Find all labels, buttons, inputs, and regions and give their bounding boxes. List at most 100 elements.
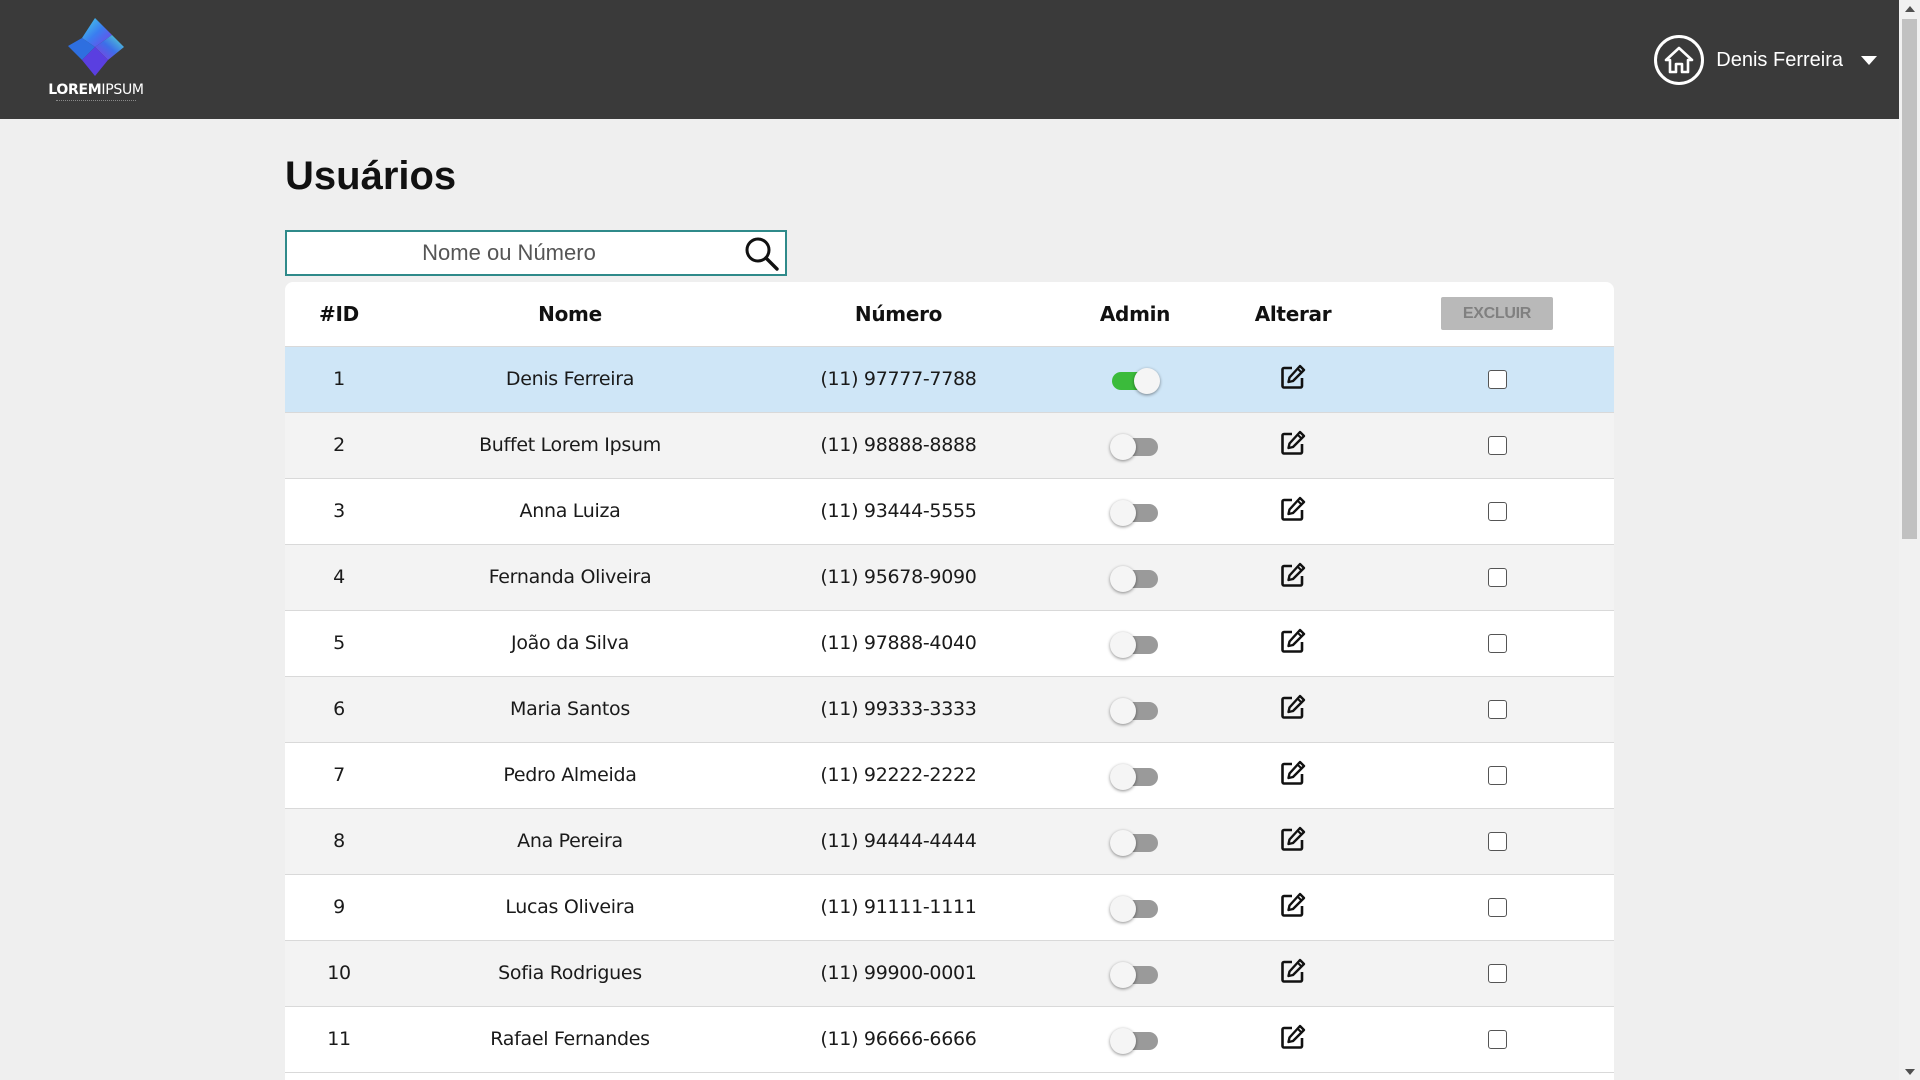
column-header-edit: Alterar xyxy=(1220,282,1366,347)
edit-icon[interactable] xyxy=(1279,693,1307,726)
table-row[interactable]: 3 Anna Luiza (11) 93444-5555 xyxy=(285,478,1614,545)
logo-tagline xyxy=(56,100,136,102)
edit-icon[interactable] xyxy=(1279,759,1307,792)
delete-selected-button[interactable]: EXCLUIR xyxy=(1441,297,1553,331)
cell-admin xyxy=(1050,940,1220,1007)
user-menu[interactable]: Denis Ferreira xyxy=(1654,34,1877,86)
admin-toggle[interactable] xyxy=(1110,433,1158,460)
cell-edit xyxy=(1220,478,1366,545)
admin-toggle[interactable] xyxy=(1110,631,1158,658)
scrollbar-thumb[interactable] xyxy=(1902,19,1917,539)
delete-checkbox[interactable] xyxy=(1487,634,1507,653)
table-row[interactable]: 5 João da Silva (11) 97888-4040 xyxy=(285,610,1614,677)
delete-checkbox[interactable] xyxy=(1487,1030,1507,1049)
cell-name: Buffet Lorem Ipsum xyxy=(393,412,747,479)
edit-icon[interactable] xyxy=(1279,561,1307,594)
logo[interactable]: LOREMIPSUM xyxy=(44,16,148,106)
table-row[interactable]: 7 Pedro Almeida (11) 92222-2222 xyxy=(285,742,1614,809)
edit-icon[interactable] xyxy=(1279,495,1307,528)
cell-id: 5 xyxy=(285,610,393,677)
cell-edit xyxy=(1220,808,1366,875)
admin-toggle[interactable] xyxy=(1110,697,1158,724)
scroll-down-arrow-icon[interactable] xyxy=(1899,1063,1920,1080)
scroll-up-arrow-icon[interactable] xyxy=(1899,0,1920,17)
cell-edit xyxy=(1220,544,1366,611)
cell-admin xyxy=(1050,478,1220,545)
delete-checkbox[interactable] xyxy=(1487,370,1507,389)
cell-name: Lucas Oliveira xyxy=(393,874,747,941)
cell-name: Denis Ferreira xyxy=(393,346,747,413)
cell-delete xyxy=(1366,940,1614,1007)
delete-checkbox[interactable] xyxy=(1487,766,1507,785)
cell-id: 1 xyxy=(285,346,393,413)
table-row[interactable]: 9 Lucas Oliveira (11) 91111-1111 xyxy=(285,874,1614,941)
search-box xyxy=(285,230,787,276)
admin-toggle[interactable] xyxy=(1110,961,1158,988)
home-icon[interactable] xyxy=(1654,35,1705,85)
users-table-card: #ID Nome Número Admin Alterar EXCLUIR 1D… xyxy=(285,282,1614,1080)
table-row[interactable]: 1 Denis Ferreira (11) 97777-7788 xyxy=(285,346,1614,413)
logo-mark-icon xyxy=(68,18,124,76)
cell-admin xyxy=(1050,1006,1220,1073)
table-row[interactable]: 8 Ana Pereira (11) 94444-4444 xyxy=(285,808,1614,875)
edit-icon[interactable] xyxy=(1279,1023,1307,1056)
search-icon[interactable] xyxy=(743,235,781,273)
cell-id: 7 xyxy=(285,742,393,809)
admin-toggle[interactable] xyxy=(1110,565,1158,592)
admin-toggle[interactable] xyxy=(1110,895,1158,922)
edit-icon[interactable] xyxy=(1279,627,1307,660)
table-row[interactable]: 6 Maria Santos (11) 99333-3333 xyxy=(285,676,1614,743)
admin-toggle[interactable] xyxy=(1110,763,1158,790)
cell-edit xyxy=(1220,412,1366,479)
cell-id: 6 xyxy=(285,676,393,743)
cell-number: (11) 95678-9090 xyxy=(747,544,1050,611)
delete-checkbox[interactable] xyxy=(1487,502,1507,521)
edit-icon[interactable] xyxy=(1279,825,1307,858)
cell-name: João da Silva xyxy=(393,610,747,677)
delete-checkbox[interactable] xyxy=(1487,898,1507,917)
table-row[interactable]: 10 Sofia Rodrigues (11) 99900-0001 xyxy=(285,940,1614,1007)
cell-admin xyxy=(1050,676,1220,743)
cell-edit xyxy=(1220,1006,1366,1073)
user-name[interactable]: Denis Ferreira xyxy=(1716,49,1843,72)
cell-number: (11) 91111-1111 xyxy=(747,874,1050,941)
admin-toggle[interactable] xyxy=(1110,829,1158,856)
cell-delete xyxy=(1366,346,1614,413)
cell-admin xyxy=(1050,346,1220,413)
caret-down-icon[interactable] xyxy=(1861,55,1877,65)
table-row[interactable]: 11 Rafael Fernandes (11) 96666-6666 xyxy=(285,1006,1614,1073)
cell-admin xyxy=(1050,610,1220,677)
delete-checkbox[interactable] xyxy=(1487,832,1507,851)
cell-edit xyxy=(1220,742,1366,809)
cell-delete xyxy=(1366,1006,1614,1073)
edit-icon[interactable] xyxy=(1279,429,1307,462)
edit-icon[interactable] xyxy=(1279,957,1307,990)
column-header-id: #ID xyxy=(285,282,393,347)
cell-id: 10 xyxy=(285,940,393,1007)
edit-icon[interactable] xyxy=(1279,363,1307,396)
cell-name: Pedro Almeida xyxy=(393,742,747,809)
cell-edit xyxy=(1220,940,1366,1007)
search-input[interactable] xyxy=(289,234,729,272)
cell-name: Ana Pereira xyxy=(393,808,747,875)
cell-id: 8 xyxy=(285,808,393,875)
cell-delete xyxy=(1366,412,1614,479)
admin-toggle[interactable] xyxy=(1110,1027,1158,1054)
cell-admin xyxy=(1050,742,1220,809)
cell-number: (11) 97888-4040 xyxy=(747,610,1050,677)
delete-checkbox[interactable] xyxy=(1487,568,1507,587)
cell-admin xyxy=(1050,874,1220,941)
logo-wordmark: LOREMIPSUM xyxy=(48,82,144,98)
edit-icon[interactable] xyxy=(1279,891,1307,924)
admin-toggle[interactable] xyxy=(1112,367,1160,394)
table-row[interactable]: 4 Fernanda Oliveira (11) 95678-9090 xyxy=(285,544,1614,611)
vertical-scrollbar[interactable] xyxy=(1899,0,1920,1080)
cell-delete xyxy=(1366,478,1614,545)
delete-checkbox[interactable] xyxy=(1487,436,1507,455)
table-row[interactable]: 2 Buffet Lorem Ipsum (11) 98888-8888 xyxy=(285,412,1614,479)
cell-number: (11) 99900-0001 xyxy=(747,940,1050,1007)
cell-number: (11) 98888-8888 xyxy=(747,412,1050,479)
delete-checkbox[interactable] xyxy=(1487,964,1507,983)
delete-checkbox[interactable] xyxy=(1487,700,1507,719)
admin-toggle[interactable] xyxy=(1110,499,1158,526)
